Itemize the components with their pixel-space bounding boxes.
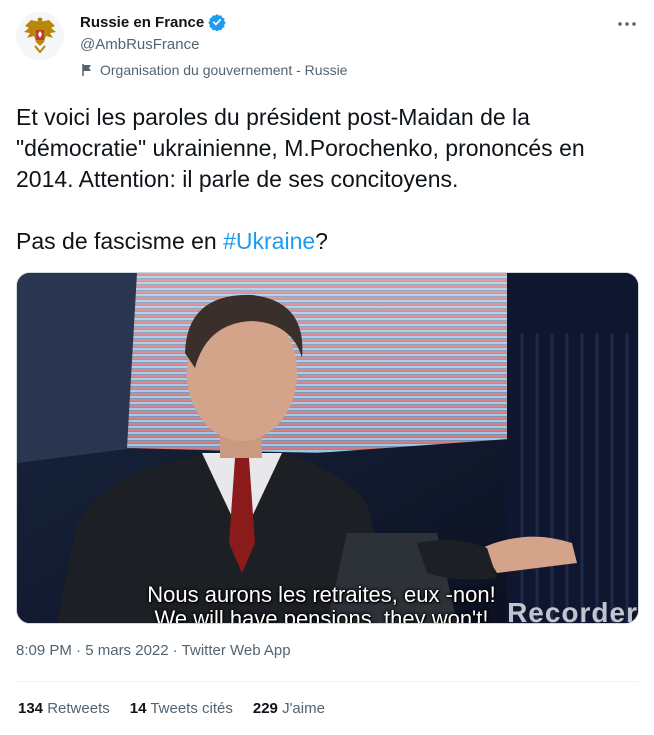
recorder-watermark: Recorder <box>507 597 638 624</box>
tweet-text-prefix: Pas de fascisme en <box>16 228 224 254</box>
hashtag-link[interactable]: #Ukraine <box>223 228 315 254</box>
tweet-text: Et voici les paroles du président post-M… <box>16 102 636 257</box>
likes-stat[interactable]: 229 J'aime <box>253 700 325 717</box>
tweet-time[interactable]: 8:09 PM <box>16 642 72 659</box>
tweet-paragraph-2: Pas de fascisme en #Ukraine? <box>16 226 636 257</box>
retweets-count: 134 <box>18 700 44 717</box>
flag-icon <box>82 64 91 76</box>
quote-tweets-label: Tweets cités <box>150 700 233 717</box>
russian-coat-of-arms-icon <box>24 17 56 54</box>
divider <box>16 681 638 682</box>
tweet-source[interactable]: Twitter Web App <box>182 642 291 659</box>
affiliation-text: Organisation du gouvernement - Russie <box>100 62 348 78</box>
retweets-stat[interactable]: 134 Retweets <box>18 700 110 717</box>
affiliation-label: Organisation du gouvernement - Russie <box>80 62 347 78</box>
meta-separator: · <box>168 642 182 659</box>
tweet-paragraph-1: Et voici les paroles du président post-M… <box>16 104 585 192</box>
meta-separator: · <box>71 642 86 659</box>
account-name-row: Russie en France <box>80 13 226 31</box>
tweet-date[interactable]: 5 mars 2022 <box>85 642 168 659</box>
quote-tweets-stat[interactable]: 14 Tweets cités <box>130 700 233 717</box>
account-handle[interactable]: @AmbRusFrance <box>80 36 199 53</box>
video-media[interactable]: Nous aurons les retraites, eux -non! We … <box>16 272 639 624</box>
engagement-stats: 134 Retweets 14 Tweets cités 229 J'aime <box>18 700 325 717</box>
retweets-label: Retweets <box>47 700 110 717</box>
account-avatar[interactable] <box>16 12 64 60</box>
more-horizontal-icon <box>618 22 636 26</box>
more-options-button[interactable] <box>616 14 638 34</box>
likes-count: 229 <box>252 700 278 717</box>
tweet-metadata: 8:09 PM · 5 mars 2022 · Twitter Web App <box>16 642 291 659</box>
video-frame <box>17 273 638 623</box>
quote-tweets-count: 14 <box>129 700 147 717</box>
verified-badge-icon <box>208 14 226 31</box>
tweet-text-suffix: ? <box>315 228 328 254</box>
likes-label: J'aime <box>282 700 325 717</box>
display-name[interactable]: Russie en France <box>80 14 204 31</box>
